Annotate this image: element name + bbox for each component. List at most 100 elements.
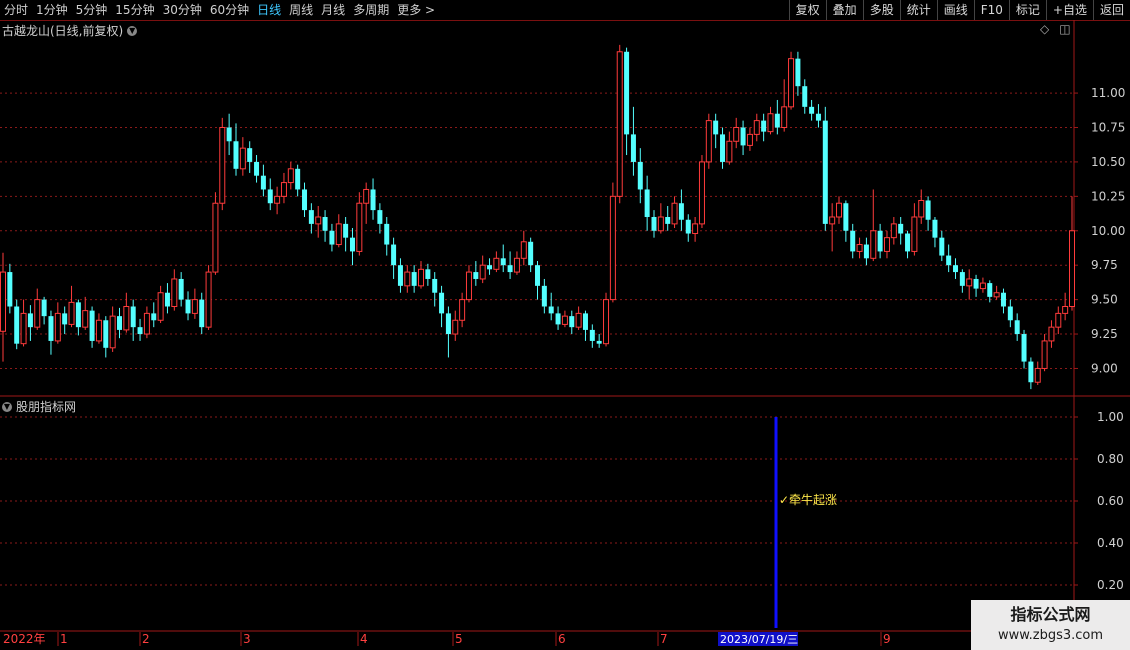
candle-body-down [685, 219, 691, 234]
price-label: 9.25 [1091, 327, 1118, 341]
candle-body-down [637, 161, 643, 190]
candle-body-up [452, 319, 459, 335]
candle-body-down [541, 285, 547, 307]
candle-body-up [418, 268, 425, 287]
month-label: 4 [360, 632, 368, 646]
candle-body-down [946, 255, 952, 266]
candle-body-up [836, 202, 843, 218]
candle-body-down [103, 320, 109, 348]
candle-body-down [774, 113, 780, 128]
month-label: 9 [883, 632, 891, 646]
candle-body-down [740, 127, 746, 146]
candle-body-up [918, 199, 925, 218]
candle-body-down [905, 233, 911, 252]
candle-body-down [535, 265, 540, 286]
candle-body-down [822, 120, 828, 224]
candle-body-down [644, 189, 650, 217]
candle-body-up [212, 202, 219, 273]
signal-label: ✓牵牛起涨 [779, 492, 837, 507]
candle-body-up [1069, 230, 1075, 307]
candle-body-down [7, 272, 13, 307]
candle-body-down [322, 217, 328, 231]
candle-body-up [356, 202, 363, 252]
candle-body-down [802, 86, 808, 107]
candle-body-up [95, 319, 102, 342]
candle-body-up [459, 299, 466, 321]
candle-body-up [0, 271, 6, 332]
candle-body-up [890, 223, 897, 239]
candle-body-up [123, 306, 130, 331]
candle-body-down [308, 210, 314, 224]
candle-body-up [616, 51, 623, 197]
candle-body-up [335, 223, 342, 246]
candle-body-down [384, 223, 390, 245]
candle-body-up [603, 299, 610, 345]
candle-body-up [363, 188, 370, 204]
candle-body-down [75, 302, 81, 328]
candle-body-up [671, 202, 678, 225]
candle-body-down [665, 217, 671, 224]
candle-body-down [377, 210, 383, 224]
candle-body-up [561, 315, 568, 325]
candle-body-up [274, 195, 281, 204]
candle-body-down [678, 203, 684, 220]
candle-body-up [109, 315, 116, 349]
candle-body-down [500, 258, 506, 266]
candle-body-down [932, 219, 938, 238]
price-label: 11.00 [1091, 86, 1125, 100]
candle-body-down [569, 316, 575, 328]
candle-body-down [178, 278, 184, 300]
chart-canvas: 11.0010.7510.5010.2510.009.759.509.259.0… [0, 20, 1130, 646]
candle-body-up [219, 127, 226, 204]
candle-body-down [164, 292, 170, 307]
candle-body-down [1014, 320, 1020, 335]
candle-body-up [788, 58, 795, 108]
candle-body-down [391, 244, 397, 266]
candle-body-up [733, 127, 740, 142]
candle-body-down [473, 272, 479, 279]
candle-body-down [877, 230, 883, 252]
price-label: 10.75 [1091, 121, 1125, 135]
candle-body-up [1048, 326, 1055, 342]
candle-body-down [247, 148, 253, 162]
candle-body-down [185, 299, 191, 314]
candle-body-down [925, 200, 931, 220]
candle-body-up [966, 278, 973, 287]
month-label: 2 [142, 632, 150, 646]
candle-body-up [1055, 312, 1062, 328]
candle-body-up [287, 168, 294, 184]
candle-body-down [226, 127, 232, 142]
candle-body-down [987, 283, 993, 297]
candle-body-up [1034, 367, 1041, 383]
candle-body-down [432, 278, 438, 293]
candle-body-down [137, 327, 143, 335]
year-label: 2022年 [3, 632, 46, 646]
candle-body-down [349, 237, 355, 252]
indicator-label: 0.20 [1097, 578, 1124, 592]
candle-body-down [761, 120, 767, 132]
candle-body-down [41, 299, 47, 317]
price-label: 10.00 [1091, 224, 1125, 238]
candle-body-down [624, 51, 630, 135]
candle-body-up [753, 120, 760, 135]
candle-body-up [54, 312, 61, 342]
candle-body-up [1041, 340, 1048, 369]
candle-body-down [130, 306, 136, 328]
candle-body-up [520, 241, 527, 259]
candle-body-down [528, 241, 534, 266]
candle-body-down [898, 223, 904, 234]
candle-body-down [233, 141, 239, 169]
indicator-label: 0.60 [1097, 494, 1124, 508]
price-label: 10.50 [1091, 155, 1125, 169]
candle-body-down [809, 106, 815, 114]
indicator-label: 0.40 [1097, 536, 1124, 550]
candle-body-up [726, 140, 733, 163]
candle-body-up [856, 244, 863, 252]
candle-body-down [548, 306, 554, 314]
candle-body-up [404, 271, 411, 287]
candle-body-up [870, 230, 877, 259]
candle-body-up [465, 271, 472, 301]
candle-body-down [582, 313, 588, 330]
candle-body-down [850, 230, 856, 252]
candle-body-up [191, 299, 198, 314]
